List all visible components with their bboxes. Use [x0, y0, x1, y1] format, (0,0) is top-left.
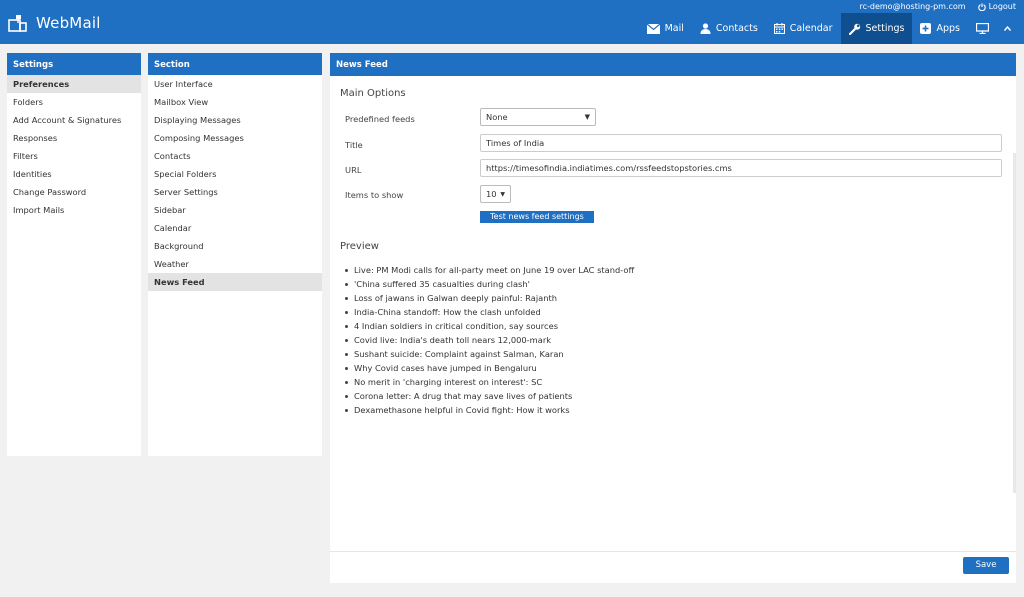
- section-item-background[interactable]: Background: [148, 237, 322, 255]
- settings-item-filters[interactable]: Filters: [7, 147, 141, 165]
- section-list: User Interface Mailbox View Displaying Mes…: [148, 75, 322, 291]
- nav-mail-label: Mail: [664, 23, 684, 34]
- url-label: URL: [345, 165, 362, 175]
- section-item-sidebar[interactable]: Sidebar: [148, 201, 322, 219]
- settings-item-import-mails[interactable]: Import Mails: [7, 201, 141, 219]
- mail-icon: [646, 23, 660, 34]
- section-item-special-folders[interactable]: Special Folders: [148, 165, 322, 183]
- preview-item[interactable]: No merit in 'charging interest on intere…: [345, 375, 634, 389]
- section-item-weather[interactable]: Weather: [148, 255, 322, 273]
- preview-item[interactable]: Loss of jawans in Galwan deeply painful:…: [345, 291, 634, 305]
- section-item-user-interface[interactable]: User Interface: [148, 75, 322, 93]
- nav-display[interactable]: [968, 13, 1002, 44]
- preview-item[interactable]: Sushant suicide: Complaint against Salma…: [345, 347, 634, 361]
- dropdown-arrow-icon: ▼: [584, 113, 590, 121]
- power-icon: [977, 2, 986, 11]
- section-panel: Section User Interface Mailbox View Displa…: [148, 53, 322, 456]
- preview-item[interactable]: Why Covid cases have jumped in Bengaluru: [345, 361, 634, 375]
- contacts-icon: [700, 23, 711, 34]
- nav-apps[interactable]: Apps: [912, 13, 968, 44]
- preview-item[interactable]: Corona letter: A drug that may save live…: [345, 389, 634, 403]
- main-options-title: Main Options: [340, 88, 406, 99]
- monitor-icon: [976, 23, 989, 34]
- user-email: rc-demo@hosting-pm.com: [859, 2, 966, 11]
- predefined-feeds-select[interactable]: None ▼: [480, 108, 596, 126]
- preview-item[interactable]: Dexamethasone helpful in Covid fight: Ho…: [345, 403, 634, 417]
- title-input[interactable]: [480, 134, 1002, 152]
- settings-header: Settings: [7, 53, 141, 75]
- nav-contacts[interactable]: Contacts: [692, 13, 766, 44]
- mailbox-logo-icon: [8, 15, 27, 32]
- calendar-icon: [773, 23, 785, 34]
- test-feed-button[interactable]: Test news feed settings: [480, 211, 594, 223]
- settings-item-responses[interactable]: Responses: [7, 129, 141, 147]
- settings-item-identities[interactable]: Identities: [7, 165, 141, 183]
- url-input[interactable]: [480, 159, 1002, 177]
- settings-item-preferences[interactable]: Preferences: [7, 75, 141, 93]
- scrollbar[interactable]: [1013, 153, 1016, 493]
- nav-calendar-label: Calendar: [789, 23, 833, 34]
- settings-list: Preferences Folders Add Account & Signatur…: [7, 75, 141, 219]
- nav-contacts-label: Contacts: [715, 23, 758, 34]
- section-item-contacts[interactable]: Contacts: [148, 147, 322, 165]
- section-item-server-settings[interactable]: Server Settings: [148, 183, 322, 201]
- settings-item-add-account-signatures[interactable]: Add Account & Signatures: [7, 111, 141, 129]
- app-title: WebMail: [36, 14, 101, 32]
- nav-apps-label: Apps: [936, 23, 960, 34]
- section-item-calendar[interactable]: Calendar: [148, 219, 322, 237]
- settings-panel: Settings Preferences Folders Add Account &…: [7, 53, 141, 456]
- main-nav: Mail Contacts Calendar Settings Apps: [639, 13, 1024, 44]
- preview-item[interactable]: 'China suffered 35 casualties during cla…: [345, 277, 634, 291]
- footer-divider: [330, 551, 1016, 552]
- preview-item[interactable]: 4 Indian soldiers in critical condition,…: [345, 319, 634, 333]
- save-button[interactable]: Save: [963, 557, 1009, 574]
- settings-item-change-password[interactable]: Change Password: [7, 183, 141, 201]
- chevron-up-icon: [1004, 26, 1011, 31]
- title-label: Title: [345, 140, 363, 150]
- top-header: WebMail rc-demo@hosting-pm.com Logout Ma…: [0, 0, 1024, 44]
- user-bar: rc-demo@hosting-pm.com Logout: [859, 2, 1016, 11]
- logo[interactable]: WebMail: [8, 14, 101, 32]
- section-header: Section: [148, 53, 322, 75]
- news-feed-panel: News Feed Main Options Predefined feeds …: [330, 53, 1016, 583]
- preview-item[interactable]: Live: PM Modi calls for all-party meet o…: [345, 263, 634, 277]
- section-item-composing-messages[interactable]: Composing Messages: [148, 129, 322, 147]
- section-item-news-feed[interactable]: News Feed: [148, 273, 322, 291]
- plus-square-icon: [920, 23, 932, 34]
- nav-mail[interactable]: Mail: [639, 13, 692, 44]
- logout-button[interactable]: Logout: [977, 2, 1016, 11]
- items-to-show-value: 10: [486, 189, 497, 199]
- items-to-show-select[interactable]: 10 ▼: [480, 185, 511, 203]
- preview-item[interactable]: Covid live: India's death toll nears 12,…: [345, 333, 634, 347]
- section-item-displaying-messages[interactable]: Displaying Messages: [148, 111, 322, 129]
- predefined-feeds-label: Predefined feeds: [345, 114, 415, 124]
- settings-item-folders[interactable]: Folders: [7, 93, 141, 111]
- preview-list: Live: PM Modi calls for all-party meet o…: [345, 263, 634, 417]
- wrench-icon: [848, 23, 860, 35]
- preview-item[interactable]: India-China standoff: How the clash unfo…: [345, 305, 634, 319]
- predefined-feeds-value: None: [486, 112, 508, 122]
- items-to-show-label: Items to show: [345, 190, 404, 200]
- section-item-mailbox-view[interactable]: Mailbox View: [148, 93, 322, 111]
- nav-settings-label: Settings: [865, 23, 905, 34]
- nav-collapse[interactable]: [1002, 13, 1024, 44]
- logout-label: Logout: [988, 2, 1016, 11]
- preview-title: Preview: [340, 241, 379, 252]
- nav-calendar[interactable]: Calendar: [766, 13, 841, 44]
- content-header: News Feed: [330, 53, 1016, 76]
- nav-settings[interactable]: Settings: [840, 13, 913, 44]
- dropdown-arrow-icon: ▼: [500, 190, 505, 198]
